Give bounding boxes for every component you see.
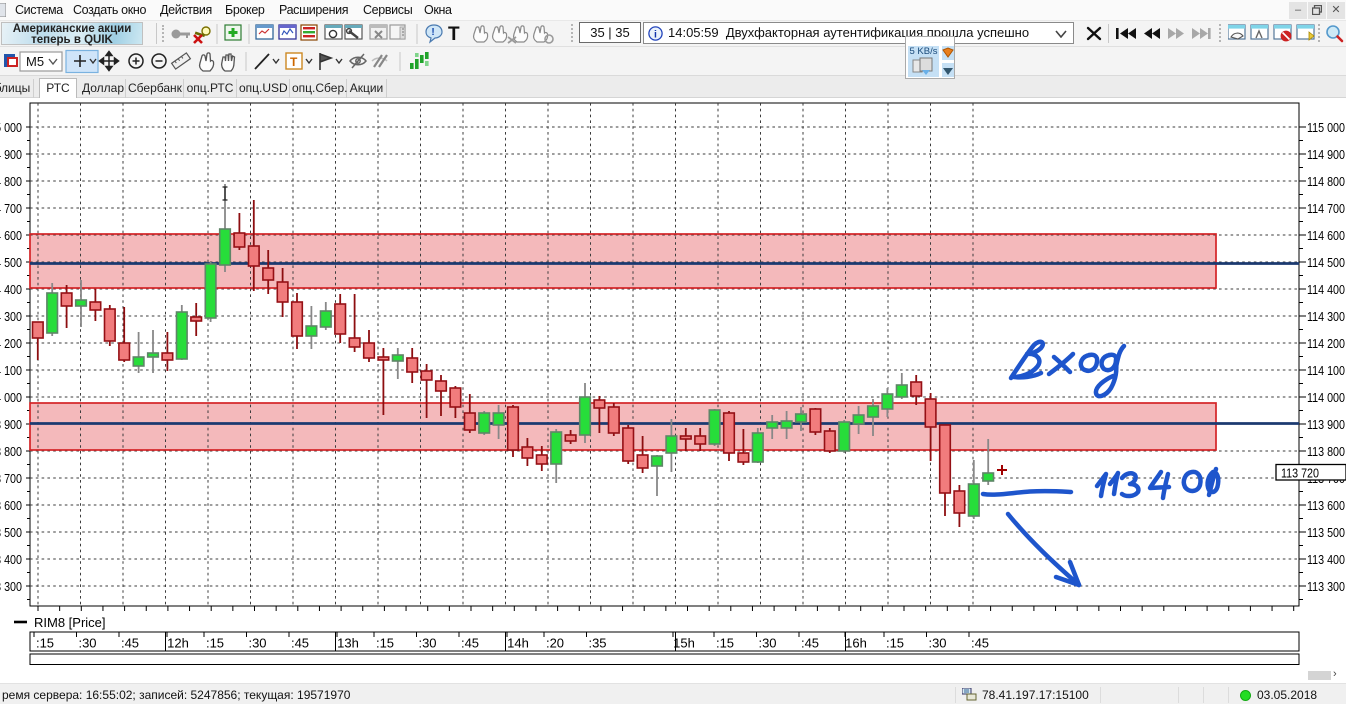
svg-text:114 100: 114 100 bbox=[1307, 363, 1345, 378]
svg-text::35: :35 bbox=[588, 636, 606, 651]
svg-text:15h: 15h bbox=[673, 636, 695, 651]
svg-text::15: :15 bbox=[716, 636, 734, 651]
svg-text:113 700: 113 700 bbox=[0, 471, 22, 486]
svg-text:114 400: 114 400 bbox=[0, 282, 22, 297]
svg-text:114 200: 114 200 bbox=[1307, 336, 1345, 351]
svg-text:115 000: 115 000 bbox=[0, 120, 22, 135]
svg-text:114 700: 114 700 bbox=[1307, 201, 1345, 216]
svg-text:114 700: 114 700 bbox=[0, 201, 22, 216]
svg-text:114 300: 114 300 bbox=[0, 309, 22, 324]
svg-text:114 500: 114 500 bbox=[1307, 255, 1345, 270]
svg-text:114 800: 114 800 bbox=[0, 174, 22, 189]
svg-text::45: :45 bbox=[121, 636, 139, 651]
svg-text:113 800: 113 800 bbox=[0, 444, 22, 459]
svg-text:114 000: 114 000 bbox=[1307, 390, 1345, 405]
svg-text:113 800: 113 800 bbox=[1307, 444, 1345, 459]
svg-text:113 500: 113 500 bbox=[0, 525, 22, 540]
svg-text:RIM8 [Price]: RIM8 [Price] bbox=[34, 615, 106, 630]
svg-text:114 900: 114 900 bbox=[0, 147, 22, 162]
svg-text::15: :15 bbox=[36, 636, 54, 651]
svg-text:113 300: 113 300 bbox=[1307, 579, 1345, 594]
svg-text:114 200: 114 200 bbox=[0, 336, 22, 351]
svg-text:16h: 16h bbox=[845, 636, 867, 651]
svg-text:14h: 14h bbox=[507, 636, 529, 651]
svg-text::15: :15 bbox=[376, 636, 394, 651]
svg-text:114 400: 114 400 bbox=[1307, 282, 1345, 297]
svg-text:114 800: 114 800 bbox=[1307, 174, 1345, 189]
svg-text:114 600: 114 600 bbox=[1307, 228, 1345, 243]
svg-text:113 900: 113 900 bbox=[1307, 417, 1345, 432]
svg-text:113 900: 113 900 bbox=[0, 417, 22, 432]
svg-text:113 600: 113 600 bbox=[0, 498, 22, 513]
svg-text:13h: 13h bbox=[337, 636, 359, 651]
svg-text:113 300: 113 300 bbox=[0, 579, 22, 594]
svg-text:113 600: 113 600 bbox=[1307, 498, 1345, 513]
svg-text::30: :30 bbox=[928, 636, 946, 651]
svg-text::30: :30 bbox=[418, 636, 436, 651]
svg-text::45: :45 bbox=[291, 636, 309, 651]
svg-text:114 500: 114 500 bbox=[0, 255, 22, 270]
svg-text:114 100: 114 100 bbox=[0, 363, 22, 378]
svg-text:114 600: 114 600 bbox=[0, 228, 22, 243]
svg-text:114 900: 114 900 bbox=[1307, 147, 1345, 162]
svg-text:115 000: 115 000 bbox=[1307, 120, 1345, 135]
svg-text:113 400: 113 400 bbox=[1307, 552, 1345, 567]
svg-text:114 300: 114 300 bbox=[1307, 309, 1345, 324]
svg-text::15: :15 bbox=[206, 636, 224, 651]
svg-text::20: :20 bbox=[546, 636, 564, 651]
svg-text:12h: 12h bbox=[167, 636, 189, 651]
svg-text::45: :45 bbox=[461, 636, 479, 651]
svg-text::45: :45 bbox=[801, 636, 819, 651]
svg-text::45: :45 bbox=[971, 636, 989, 651]
svg-text:113 720: 113 720 bbox=[1281, 466, 1319, 481]
svg-text:113 400: 113 400 bbox=[0, 552, 22, 567]
svg-text:113 500: 113 500 bbox=[1307, 525, 1345, 540]
svg-text::30: :30 bbox=[248, 636, 266, 651]
svg-text::15: :15 bbox=[886, 636, 904, 651]
svg-text:114 000: 114 000 bbox=[0, 390, 22, 405]
svg-text::30: :30 bbox=[78, 636, 96, 651]
svg-text::30: :30 bbox=[758, 636, 776, 651]
